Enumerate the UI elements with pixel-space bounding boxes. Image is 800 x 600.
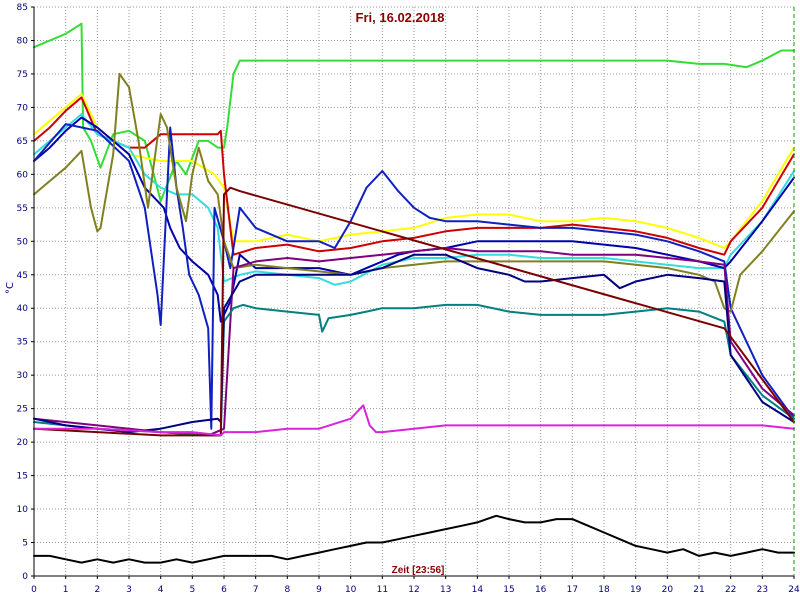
x-tick-label-12: 12 (408, 585, 419, 595)
x-tick-label-8: 8 (284, 585, 290, 595)
y-axis-label: °C (5, 282, 16, 294)
x-tick-label-16: 16 (535, 585, 547, 595)
x-tick-label-18: 18 (598, 585, 610, 595)
grid-lines (34, 6, 794, 576)
y-tick-label-4: 20 (17, 438, 29, 448)
x-tick-label-10: 10 (345, 585, 357, 595)
y-tick-label-0: 0 (22, 572, 28, 582)
x-tick-label-15: 15 (503, 585, 514, 595)
x-tick-label-14: 14 (472, 585, 484, 595)
x-tick-label-17: 17 (567, 585, 578, 595)
x-tick-label-1: 1 (63, 585, 69, 595)
y-tick-label-5: 25 (17, 405, 28, 415)
y-tick-label-6: 30 (17, 371, 29, 381)
x-tick-label-22: 22 (725, 585, 736, 595)
y-tick-label-10: 50 (17, 237, 29, 247)
temperature-chart: 0510152025303540455055606570758085 01234… (5, 3, 800, 595)
series-line-13 (33, 514, 795, 564)
x-tick-label-21: 21 (693, 585, 704, 595)
y-tick-label-14: 70 (17, 103, 29, 113)
x-tick-label-2: 2 (94, 585, 100, 595)
x-tick-label-7: 7 (253, 585, 259, 595)
y-tick-label-13: 65 (17, 137, 28, 147)
y-tick-label-11: 55 (17, 204, 28, 214)
axes (31, 6, 795, 579)
x-tick-label-0: 0 (31, 585, 37, 595)
x-tick-label-24: 24 (788, 585, 800, 595)
x-tick-label-5: 5 (189, 585, 195, 595)
x-tick-label-4: 4 (158, 585, 164, 595)
x-tick-label-23: 23 (757, 585, 768, 595)
x-tick-label-19: 19 (630, 585, 642, 595)
y-tick-label-15: 75 (17, 70, 28, 80)
y-tick-label-2: 10 (17, 505, 29, 515)
chart-title: Fri, 16.02.2018 (356, 10, 445, 25)
x-tick-label-6: 6 (221, 585, 227, 595)
x-tick-label-13: 13 (440, 585, 451, 595)
y-tick-label-9: 45 (17, 271, 28, 281)
y-tick-label-17: 85 (17, 3, 28, 13)
x-tick-label-3: 3 (126, 585, 132, 595)
y-tick-label-12: 60 (17, 170, 29, 180)
x-tick-label-9: 9 (316, 585, 322, 595)
x-tick-labels: 0 1 2 3 4 5 6 7 8 9 10 11 12 13 14 15 16 17 18 19 20 21 22 23 24 (31, 585, 800, 595)
y-tick-label-16: 80 (17, 36, 29, 46)
x-tick-label-11: 11 (377, 585, 388, 595)
x-axis-time-note: Zeit [23:56] (392, 565, 445, 576)
y-tick-label-8: 40 (17, 304, 29, 314)
x-tick-label-20: 20 (662, 585, 674, 595)
y-tick-label-3: 15 (17, 472, 28, 482)
y-tick-label-1: 5 (22, 539, 28, 549)
y-tick-label-7: 35 (17, 338, 28, 348)
y-tick-labels: 0 5 10 15 20 25 30 35 40 45 50 55 60 65 70 75 80 85 (17, 3, 29, 582)
